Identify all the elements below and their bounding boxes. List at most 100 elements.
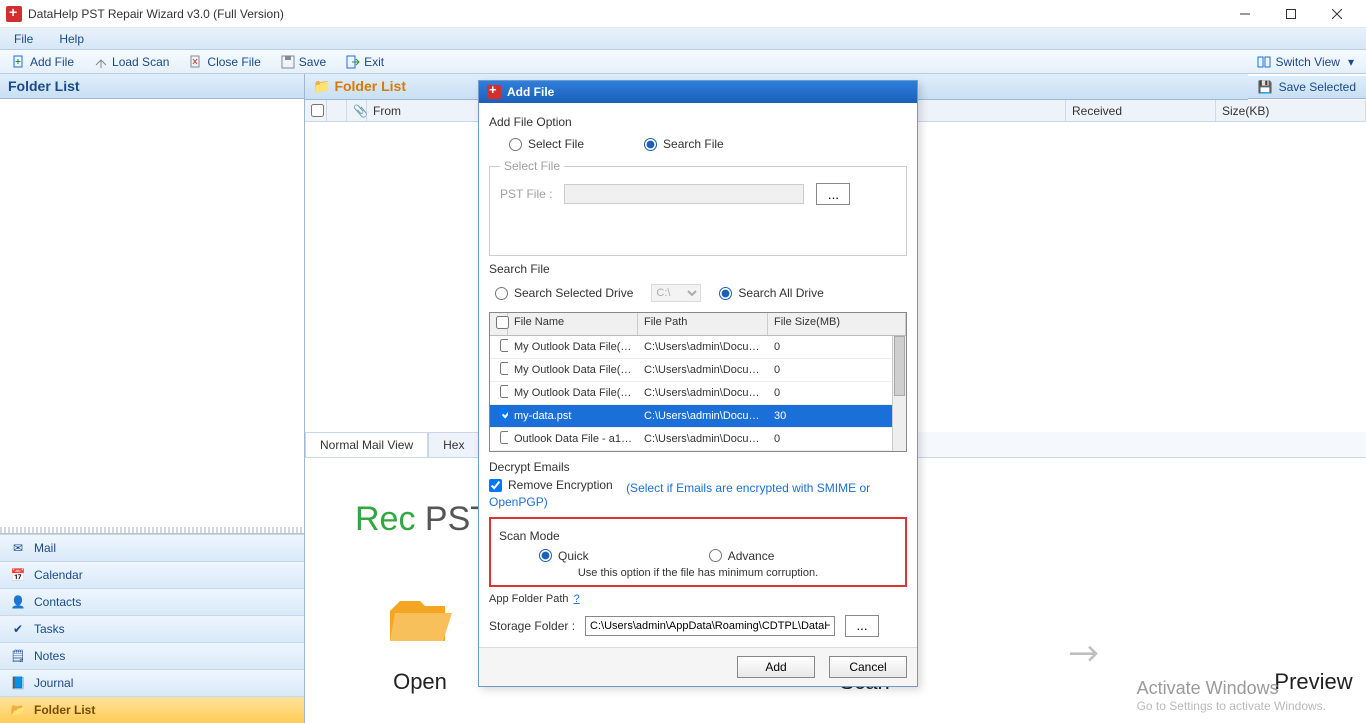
file-table-header: File Name File Path File Size(MB) [490,313,906,336]
scan-note: Use this option if the file has minimum … [499,567,897,579]
radio-advance[interactable]: Advance [709,549,775,563]
file-checkbox[interactable] [500,362,508,375]
dialog-title: Add File [507,85,554,99]
file-row[interactable]: Outlook Data File - a1.pstC:\Users\admin… [490,428,892,451]
file-row[interactable]: My Outlook Data File(1).pstC:\Users\admi… [490,336,892,359]
nav-calendar[interactable]: 📅Calendar [0,561,304,588]
menu-help[interactable]: Help [55,30,88,48]
file-row[interactable]: My Outlook Data File(23)....C:\Users\adm… [490,382,892,405]
decrypt-section: Decrypt Emails Remove Encryption (Select… [489,460,907,509]
radio-search-selected-drive[interactable]: Search Selected Drive [495,286,633,300]
file-row[interactable]: My Outlook Data File(2).pstC:\Users\admi… [490,359,892,382]
tab-normal-mail-view[interactable]: Normal Mail View [305,432,428,457]
minimize-button[interactable] [1222,0,1268,28]
th-file-name[interactable]: File Name [508,313,638,335]
storage-input[interactable] [585,616,835,636]
search-file-label: Search File [489,262,907,276]
col-checkbox[interactable] [305,100,327,121]
nav-panel: ✉Mail 📅Calendar 👤Contacts ✔Tasks 🗒Notes … [0,533,304,723]
save-icon [281,55,295,69]
switch-view-icon [1257,55,1271,69]
file-checkbox[interactable] [500,408,508,421]
th-file-size[interactable]: File Size(MB) [768,313,906,335]
file-path-cell: C:\Users\admin\Docume... [638,384,768,402]
radio-search-all-drive[interactable]: Search All Drive [719,286,823,300]
menu-bar: File Help [0,28,1366,50]
add-file-button[interactable]: Add File [8,55,78,69]
switch-view-button[interactable]: Switch View▾ [1253,55,1358,69]
folder-tree[interactable] [0,99,304,527]
dialog-footer: Add Cancel [479,647,917,686]
file-name-cell: My Outlook Data File(1).pst [508,338,638,356]
file-checkbox[interactable] [500,431,508,444]
col-size[interactable]: Size(KB) [1216,100,1366,121]
app-folder-path-label: App Folder Path ? [489,593,907,605]
contacts-icon: 👤 [10,595,26,609]
storage-row: Storage Folder : ... [489,615,907,637]
file-path-cell: C:\Users\admin\Docume... [638,361,768,379]
file-name-cell: My Outlook Data File(2).pst [508,361,638,379]
nav-notes[interactable]: 🗒Notes [0,642,304,669]
folder-header-icon: 📁 [313,78,330,94]
file-row[interactable]: my-data.pstC:\Users\admin\Docume...30 [490,405,892,428]
scan-mode-radios: Quick Advance [499,547,897,567]
dialog-body: Add File Option Select File Search File … [479,103,917,647]
nav-contacts[interactable]: 👤Contacts [0,588,304,615]
search-drive-row: Search Selected Drive C:\ Search All Dri… [489,280,907,308]
nav-mail[interactable]: ✉Mail [0,534,304,561]
close-button[interactable] [1314,0,1360,28]
radio-search-file[interactable]: Search File [644,137,724,151]
exit-icon [346,55,360,69]
close-file-button[interactable]: Close File [185,55,264,69]
save-button[interactable]: Save [277,55,330,69]
file-checkbox[interactable] [500,385,508,398]
radio-quick[interactable]: Quick [539,549,589,563]
dialog-title-bar[interactable]: Add File [479,81,917,103]
radio-select-file[interactable]: Select File [509,137,584,151]
nav-folder-list[interactable]: 📂Folder List [0,696,304,723]
file-scrollbar[interactable] [892,336,906,451]
col-attach[interactable]: 📎 [347,100,367,121]
maximize-button[interactable] [1268,0,1314,28]
drive-select: C:\ [651,284,701,302]
scan-mode-box: Scan Mode Quick Advance Use this option … [489,517,907,587]
remove-encryption-checkbox[interactable]: Remove Encryption [489,478,613,492]
notes-icon: 🗒 [10,649,26,663]
app-title: DataHelp PST Repair Wizard v3.0 (Full Ve… [28,7,284,21]
nav-tasks[interactable]: ✔Tasks [0,615,304,642]
storage-browse-button[interactable]: ... [845,615,879,637]
app-icon [6,6,22,22]
nav-journal[interactable]: 📘Journal [0,669,304,696]
load-scan-button[interactable]: Load Scan [90,55,173,69]
open-folder-icon [385,591,455,651]
save-selected-button[interactable]: 💾Save Selected [1248,76,1366,99]
col-received[interactable]: Received [1066,100,1216,121]
file-size-cell: 0 [768,384,892,402]
folder-icon: 📂 [10,703,26,717]
save-selected-icon: 💾 [1258,80,1273,94]
file-name-cell: My Outlook Data File(23).... [508,384,638,402]
attachment-icon: 📎 [353,104,368,118]
cancel-button[interactable]: Cancel [829,656,907,678]
exit-button[interactable]: Exit [342,55,388,69]
journal-icon: 📘 [10,676,26,690]
file-checkbox[interactable] [500,339,508,352]
select-all-checkbox[interactable] [311,104,324,117]
dialog-app-icon [487,85,501,99]
file-rows[interactable]: My Outlook Data File(1).pstC:\Users\admi… [490,336,892,451]
file-name-cell: my-data.pst [508,407,638,425]
th-file-path[interactable]: File Path [638,313,768,335]
tab-hex[interactable]: Hex [428,432,479,457]
menu-file[interactable]: File [10,30,37,48]
toolbar: Add File Load Scan Close File Save Exit … [0,50,1366,74]
col-flag[interactable] [327,100,347,121]
title-bar: DataHelp PST Repair Wizard v3.0 (Full Ve… [0,0,1366,28]
add-file-icon [12,55,26,69]
help-icon[interactable]: ? [574,593,580,605]
tasks-icon: ✔ [10,622,26,636]
add-button[interactable]: Add [737,656,815,678]
file-table: File Name File Path File Size(MB) My Out… [489,312,907,452]
pst-browse-button[interactable]: ... [816,183,850,205]
arrow-icon [1070,645,1105,665]
preview-icon [1279,591,1349,651]
